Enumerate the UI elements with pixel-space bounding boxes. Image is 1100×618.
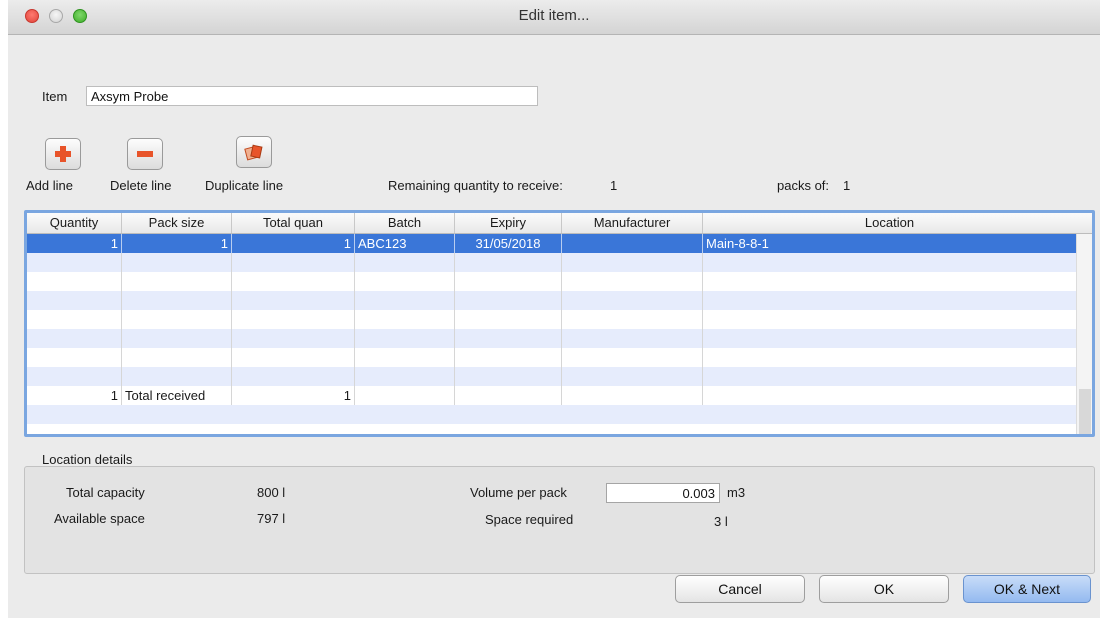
cell-location[interactable]: Main-8-8-1 (703, 234, 1076, 253)
cancel-button[interactable]: Cancel (675, 575, 805, 603)
title-bar: Edit item... (8, 0, 1100, 35)
volume-unit: m3 (727, 485, 746, 500)
column-header-location[interactable]: Location (703, 213, 1076, 233)
cell-expiry[interactable]: 31/05/2018 (455, 234, 562, 253)
column-header-expiry[interactable]: Expiry (455, 213, 562, 233)
remaining-quantity-label: Remaining quantity to receive: (388, 178, 563, 193)
duplicate-cards-icon (244, 144, 263, 161)
duplicate-line-label: Duplicate line (205, 178, 284, 193)
space-required-value: 3 l (714, 514, 728, 529)
remaining-quantity-value: 1 (610, 178, 618, 193)
column-header-manufacturer[interactable]: Manufacturer (562, 213, 703, 233)
cell-manufacturer[interactable] (562, 234, 703, 253)
table-row-empty[interactable] (27, 348, 1076, 367)
table-row-empty[interactable] (27, 329, 1076, 348)
table-vertical-scrollbar[interactable] (1076, 234, 1092, 434)
ok-button[interactable]: OK (819, 575, 949, 603)
table-row-empty[interactable] (27, 310, 1076, 329)
table-row-empty[interactable] (27, 253, 1076, 272)
table-header: Quantity Pack size Total quan Batch Expi… (27, 213, 1092, 234)
cell-batch[interactable]: ABC123 (355, 234, 455, 253)
duplicate-line-button[interactable] (236, 136, 272, 168)
plus-icon (55, 146, 71, 162)
total-received-label: Total received (122, 386, 232, 405)
add-line-button[interactable] (45, 138, 81, 170)
column-header-total-quantity[interactable]: Total quan (232, 213, 355, 233)
table-totals-row: 1 Total received 1 (27, 386, 1076, 405)
minus-icon (137, 151, 153, 157)
cell-pack-size[interactable]: 1 (122, 234, 232, 253)
available-space-label: Available space (54, 511, 145, 526)
cell-total-quantity[interactable]: 1 (232, 234, 355, 253)
packs-of-value: 1 (843, 178, 851, 193)
delete-line-label: Delete line (110, 178, 172, 193)
total-received-quantity: 1 (27, 386, 122, 405)
add-line-label: Add line (26, 178, 73, 193)
total-received-total: 1 (232, 386, 355, 405)
delete-line-button[interactable] (127, 138, 163, 170)
column-header-quantity[interactable]: Quantity (27, 213, 122, 233)
location-details-title: Location details (42, 452, 133, 467)
packs-of-label: packs of: (777, 178, 830, 193)
scrollbar-thumb[interactable] (1079, 389, 1091, 434)
cell-quantity[interactable]: 1 (27, 234, 122, 253)
column-header-pack-size[interactable]: Pack size (122, 213, 232, 233)
total-capacity-value: 800 l (257, 485, 286, 500)
total-capacity-label: Total capacity (66, 485, 145, 500)
ok-next-button[interactable]: OK & Next (963, 575, 1091, 603)
edit-item-window: Edit item... Item Add line Delete line D… (8, 0, 1100, 618)
table-row[interactable]: 1 1 1 ABC123 31/05/2018 Main-8-8-1 (27, 234, 1076, 253)
volume-per-pack-input[interactable] (606, 483, 720, 503)
available-space-value: 797 l (257, 511, 286, 526)
window-title: Edit item... (518, 7, 590, 24)
table-row-empty[interactable] (27, 291, 1076, 310)
receive-lines-table[interactable]: Quantity Pack size Total quan Batch Expi… (24, 210, 1095, 437)
table-row-empty[interactable] (27, 272, 1076, 291)
table-row-empty[interactable] (27, 367, 1076, 386)
item-label: Item (42, 89, 68, 104)
item-name-input[interactable] (86, 86, 538, 106)
column-header-batch[interactable]: Batch (355, 213, 455, 233)
space-required-label: Space required (485, 512, 574, 527)
table-row-empty[interactable] (27, 405, 1076, 424)
volume-per-pack-label: Volume per pack (470, 485, 567, 500)
